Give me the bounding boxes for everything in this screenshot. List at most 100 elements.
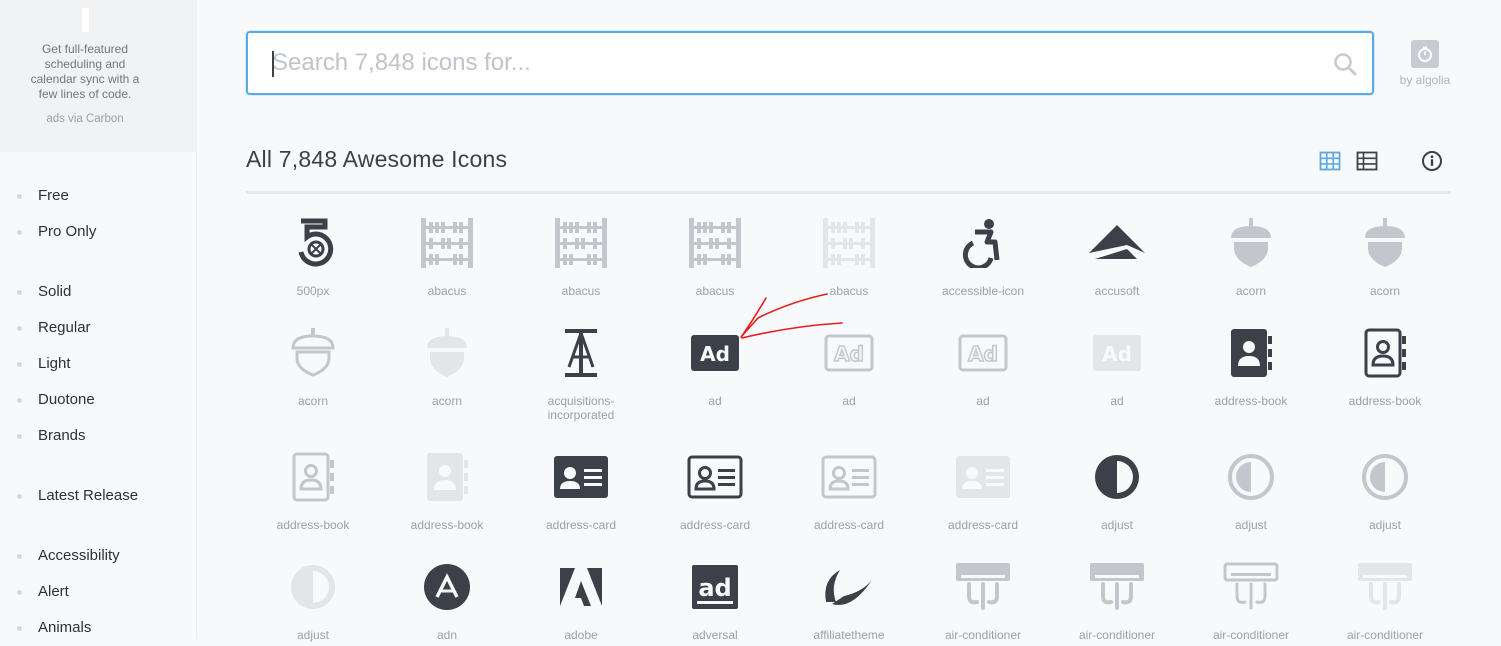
address-card-outline-icon xyxy=(648,442,782,512)
icon-tile[interactable]: adn xyxy=(380,552,514,642)
ad-text[interactable]: Get full-featured scheduling and calenda… xyxy=(20,42,150,102)
info-icon[interactable] xyxy=(1421,150,1443,172)
grid-view-icon[interactable] xyxy=(1319,150,1341,172)
nav-item-animals[interactable]: Animals xyxy=(0,610,197,646)
icon-tile[interactable]: air-conditioner xyxy=(1184,552,1318,642)
icon-tile[interactable]: acorn xyxy=(1184,208,1318,298)
nav-item-free[interactable]: Free xyxy=(0,178,197,214)
icon-tile[interactable]: Ad ad xyxy=(648,318,782,408)
icon-tile[interactable]: acorn xyxy=(1318,208,1452,298)
icon-tile-label: air-conditioner xyxy=(1078,628,1156,642)
icon-tile-label: affiliatetheme xyxy=(813,628,885,642)
icon-tile[interactable]: adjust xyxy=(246,552,380,642)
icon-tile[interactable]: air-conditioner xyxy=(1318,552,1452,642)
icon-tile-label: air-conditioner xyxy=(944,628,1022,642)
icon-tile[interactable]: Ad ad xyxy=(1050,318,1184,408)
500px-icon xyxy=(246,208,380,278)
icon-tile-label: adjust xyxy=(1234,518,1268,532)
nav-item-duotone[interactable]: Duotone xyxy=(0,382,197,418)
adjust-icon xyxy=(1050,442,1184,512)
icon-tile[interactable]: adobe xyxy=(514,552,648,642)
icon-tile-label: accessible-icon xyxy=(941,284,1025,298)
nav-item-pro-only[interactable]: Pro Only xyxy=(0,214,197,250)
icon-tile[interactable]: accessible-icon xyxy=(916,208,1050,298)
nav-item-solid[interactable]: Solid xyxy=(0,274,197,310)
algolia-label: by algolia xyxy=(1399,73,1451,87)
search-icon[interactable] xyxy=(1332,51,1358,77)
address-card-outline-icon xyxy=(782,442,916,512)
icon-tile[interactable]: adjust xyxy=(1184,442,1318,532)
ad-icon: Ad xyxy=(1050,318,1184,388)
icon-tile[interactable]: address-book xyxy=(246,442,380,532)
ad-via-link[interactable]: ads via Carbon xyxy=(0,113,170,125)
abacus-icon xyxy=(380,208,514,278)
nav-item-light[interactable]: Light xyxy=(0,346,197,382)
icon-tile[interactable]: acorn xyxy=(380,318,514,408)
adn-icon xyxy=(380,552,514,622)
icon-tile[interactable]: abacus xyxy=(514,208,648,298)
table-view-icon[interactable] xyxy=(1356,150,1378,172)
icon-tile[interactable]: ad adversal xyxy=(648,552,782,642)
nav-release-group: Latest Release xyxy=(0,478,197,514)
icon-tile[interactable]: address-card xyxy=(782,442,916,532)
icon-tile[interactable]: acorn xyxy=(246,318,380,408)
page-title: All 7,848 Awesome Icons xyxy=(246,146,508,172)
icon-tile[interactable]: address-card xyxy=(514,442,648,532)
icon-tile-label: acorn xyxy=(1235,284,1267,298)
nav-item-regular[interactable]: Regular xyxy=(0,310,197,346)
ad-outline-icon: Ad xyxy=(782,318,916,388)
carbon-ad[interactable]: Get full-featured scheduling and calenda… xyxy=(0,0,197,152)
search-box[interactable] xyxy=(246,31,1374,95)
icon-tile[interactable]: abacus xyxy=(648,208,782,298)
address-book-outline-icon xyxy=(1318,318,1452,388)
nav-category-group: Accessibility Alert Animals xyxy=(0,538,197,646)
icon-tile[interactable]: 500px xyxy=(246,208,380,298)
icon-tile[interactable]: adjust xyxy=(1318,442,1452,532)
icon-tile-label: adversal xyxy=(692,628,738,642)
acorn-outline-icon xyxy=(246,318,380,388)
nav-item-alert[interactable]: Alert xyxy=(0,574,197,610)
icon-tile[interactable]: abacus xyxy=(380,208,514,298)
icon-tile-label: address-card xyxy=(947,518,1019,532)
nav-item-latest-release[interactable]: Latest Release xyxy=(0,478,197,514)
icon-tile[interactable]: address-book xyxy=(1318,318,1452,408)
address-book-icon xyxy=(380,442,514,512)
adjust-outline-icon xyxy=(1318,442,1452,512)
icon-tile-label: address-card xyxy=(545,518,617,532)
icon-tile[interactable]: affiliatetheme xyxy=(782,552,916,642)
icon-tile-label: accusoft xyxy=(1094,284,1140,298)
icon-tile[interactable]: address-card xyxy=(916,442,1050,532)
icon-tile[interactable]: abacus xyxy=(782,208,916,298)
icon-tile[interactable]: air-conditioner xyxy=(916,552,1050,642)
accusoft-icon xyxy=(1050,208,1184,278)
icon-tile[interactable]: Ad ad xyxy=(782,318,916,408)
icon-tile-label: acquisitions-incorporated xyxy=(547,394,615,422)
ad-image[interactable] xyxy=(82,8,89,32)
ad-icon: Ad xyxy=(648,318,782,388)
icon-tile[interactable]: address-book xyxy=(380,442,514,532)
icon-tile[interactable]: acquisitions-incorporated xyxy=(514,318,648,422)
air-conditioner-icon xyxy=(1050,552,1184,622)
air-conditioner-outline-icon xyxy=(1184,552,1318,622)
icon-tile[interactable]: Ad ad xyxy=(916,318,1050,408)
icon-tile-label: address-book xyxy=(1348,394,1422,408)
svg-text:Ad: Ad xyxy=(1102,342,1132,366)
algolia-badge[interactable]: by algolia xyxy=(1396,40,1454,87)
icon-tile-label: abacus xyxy=(561,284,601,298)
nav-item-accessibility[interactable]: Accessibility xyxy=(0,538,197,574)
address-card-icon xyxy=(916,442,1050,512)
icon-tile[interactable]: air-conditioner xyxy=(1050,552,1184,642)
icon-tile[interactable]: accusoft xyxy=(1050,208,1184,298)
icon-tile-label: adobe xyxy=(564,628,598,642)
icon-tile[interactable]: address-book xyxy=(1184,318,1318,408)
address-book-icon xyxy=(1184,318,1318,388)
nav-item-brands[interactable]: Brands xyxy=(0,418,197,454)
icon-tile-label: acorn xyxy=(1369,284,1401,298)
text-caret xyxy=(272,51,274,77)
icon-tile[interactable]: adjust xyxy=(1050,442,1184,532)
abacus-icon xyxy=(514,208,648,278)
acquisitions-incorporated-icon xyxy=(514,318,648,388)
search-input[interactable] xyxy=(272,33,1312,93)
icon-tile[interactable]: address-card xyxy=(648,442,782,532)
icon-tile-label: ad xyxy=(842,394,856,408)
